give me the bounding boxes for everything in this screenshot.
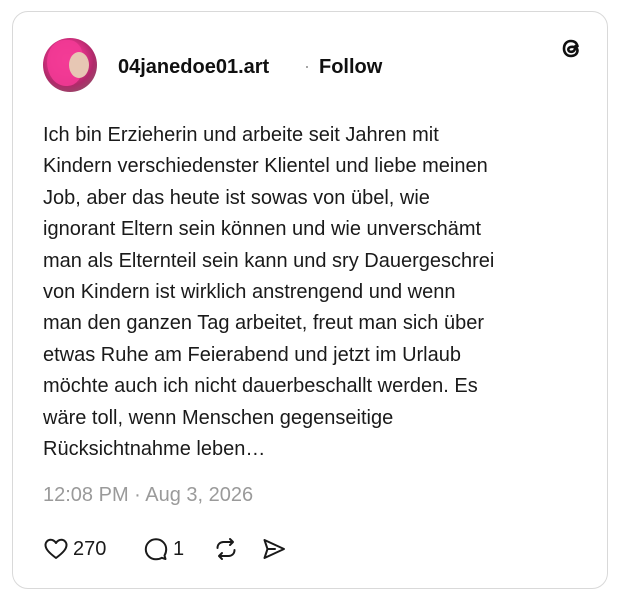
send-icon (261, 536, 287, 562)
reply-count: 1 (173, 537, 185, 560)
reply-button[interactable]: 1 (143, 536, 184, 562)
share-button[interactable] (261, 536, 287, 562)
separator-dot: · (304, 56, 310, 76)
avatar[interactable] (43, 38, 97, 92)
like-button[interactable]: 270 (43, 536, 106, 562)
post-body: Ich bin Erzieherin und arbeite seit Jahr… (43, 124, 495, 461)
avatar-face (69, 52, 89, 78)
like-count: 270 (73, 537, 107, 560)
threads-icon[interactable] (557, 33, 587, 63)
follow-button[interactable]: Follow (319, 56, 382, 79)
heart-icon (43, 536, 69, 562)
repost-icon (213, 536, 239, 562)
comment-icon (143, 536, 169, 562)
post-card: 04janedoe01.art · Follow Ich bin Erziehe… (12, 11, 608, 589)
post-timestamp: 12:08 PM · Aug 3, 2026 (43, 484, 254, 506)
repost-button[interactable] (213, 536, 239, 562)
username-link[interactable]: 04janedoe01.art (118, 56, 269, 79)
